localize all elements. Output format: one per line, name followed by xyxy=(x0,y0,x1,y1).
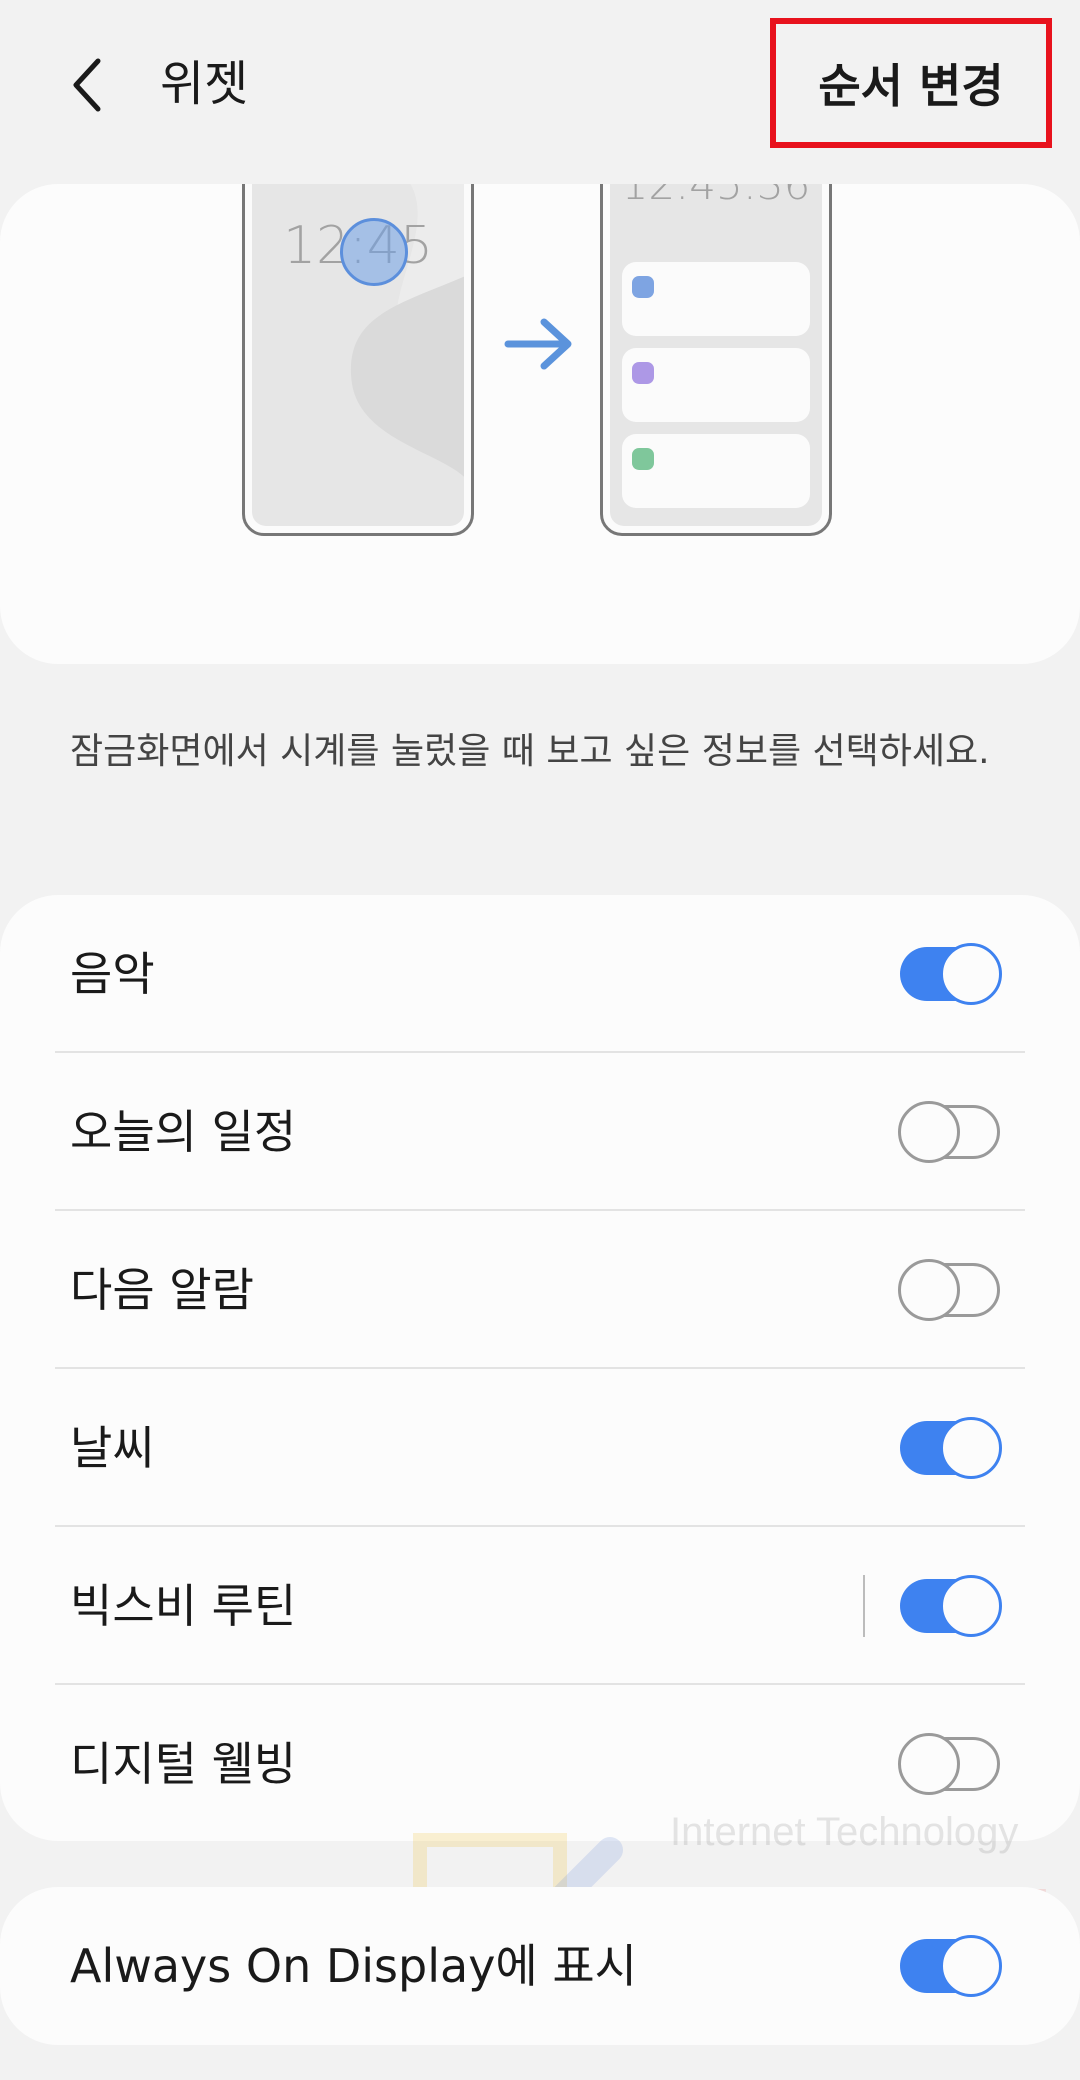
list-item-show-on-aod[interactable]: Always On Display에 표시 xyxy=(0,1887,1080,2045)
list-item-label: Always On Display에 표시 xyxy=(70,1939,637,1993)
list-item-music[interactable]: 음악 xyxy=(0,895,1080,1053)
list-item-bixby-routines[interactable]: 빅스비 루틴 xyxy=(0,1527,1080,1685)
next-alarm-toggle[interactable] xyxy=(898,1257,1004,1323)
music-toggle[interactable] xyxy=(898,941,1004,1007)
today-schedule-toggle[interactable] xyxy=(898,1099,1004,1165)
description-text: 잠금화면에서 시계를 눌렀을 때 보고 싶은 정보를 선택하세요. xyxy=(70,731,990,772)
list-item-weather[interactable]: 날씨 xyxy=(0,1369,1080,1527)
list-item-label: 디지털 웰빙 xyxy=(70,1737,297,1791)
vertical-separator xyxy=(863,1575,865,1637)
list-item-next-alarm[interactable]: 다음 알람 xyxy=(0,1211,1080,1369)
preview-illustration: 12:45 12:45:36 xyxy=(0,184,1080,664)
touch-indicator xyxy=(340,218,408,286)
list-item-label: 음악 xyxy=(70,947,155,1001)
list-item-digital-wellbeing[interactable]: 디지털 웰빙 xyxy=(0,1685,1080,1843)
digital-wellbeing-toggle[interactable] xyxy=(898,1731,1004,1797)
reorder-button-label: 순서 변경 xyxy=(818,59,1004,113)
show-on-aod-toggle[interactable] xyxy=(898,1933,1004,1999)
aod-card: Always On Display에 표시 xyxy=(0,1887,1080,2045)
weather-toggle[interactable] xyxy=(898,1415,1004,1481)
clock-time-full: 12:45:36 xyxy=(621,184,811,209)
list-item-label: 다음 알람 xyxy=(70,1263,254,1317)
list-item-today-schedule[interactable]: 오늘의 일정 xyxy=(0,1053,1080,1211)
widget-card xyxy=(622,434,810,508)
widget-card xyxy=(622,348,810,422)
bixby-routines-toggle[interactable] xyxy=(898,1573,1004,1639)
lockscreen-phone-illustration: 12:45 xyxy=(242,184,474,536)
widget-list: 음악 오늘의 일정 다음 알람 날씨 빅스비 루틴 디지털 웰빙 xyxy=(0,895,1080,1841)
list-item-label: 빅스비 루틴 xyxy=(70,1579,297,1633)
page-title: 위젯 xyxy=(160,56,249,112)
back-button[interactable] xyxy=(58,50,118,120)
right-arrow-icon xyxy=(504,318,572,370)
back-arrow-icon xyxy=(73,58,101,112)
app-header: 위젯 순서 변경 xyxy=(0,0,1080,170)
list-item-label: 날씨 xyxy=(70,1421,155,1475)
widget-phone-illustration: 12:45:36 xyxy=(600,184,832,536)
list-item-label: 오늘의 일정 xyxy=(70,1105,297,1159)
widget-card xyxy=(622,262,810,336)
reorder-button[interactable]: 순서 변경 xyxy=(770,18,1052,148)
